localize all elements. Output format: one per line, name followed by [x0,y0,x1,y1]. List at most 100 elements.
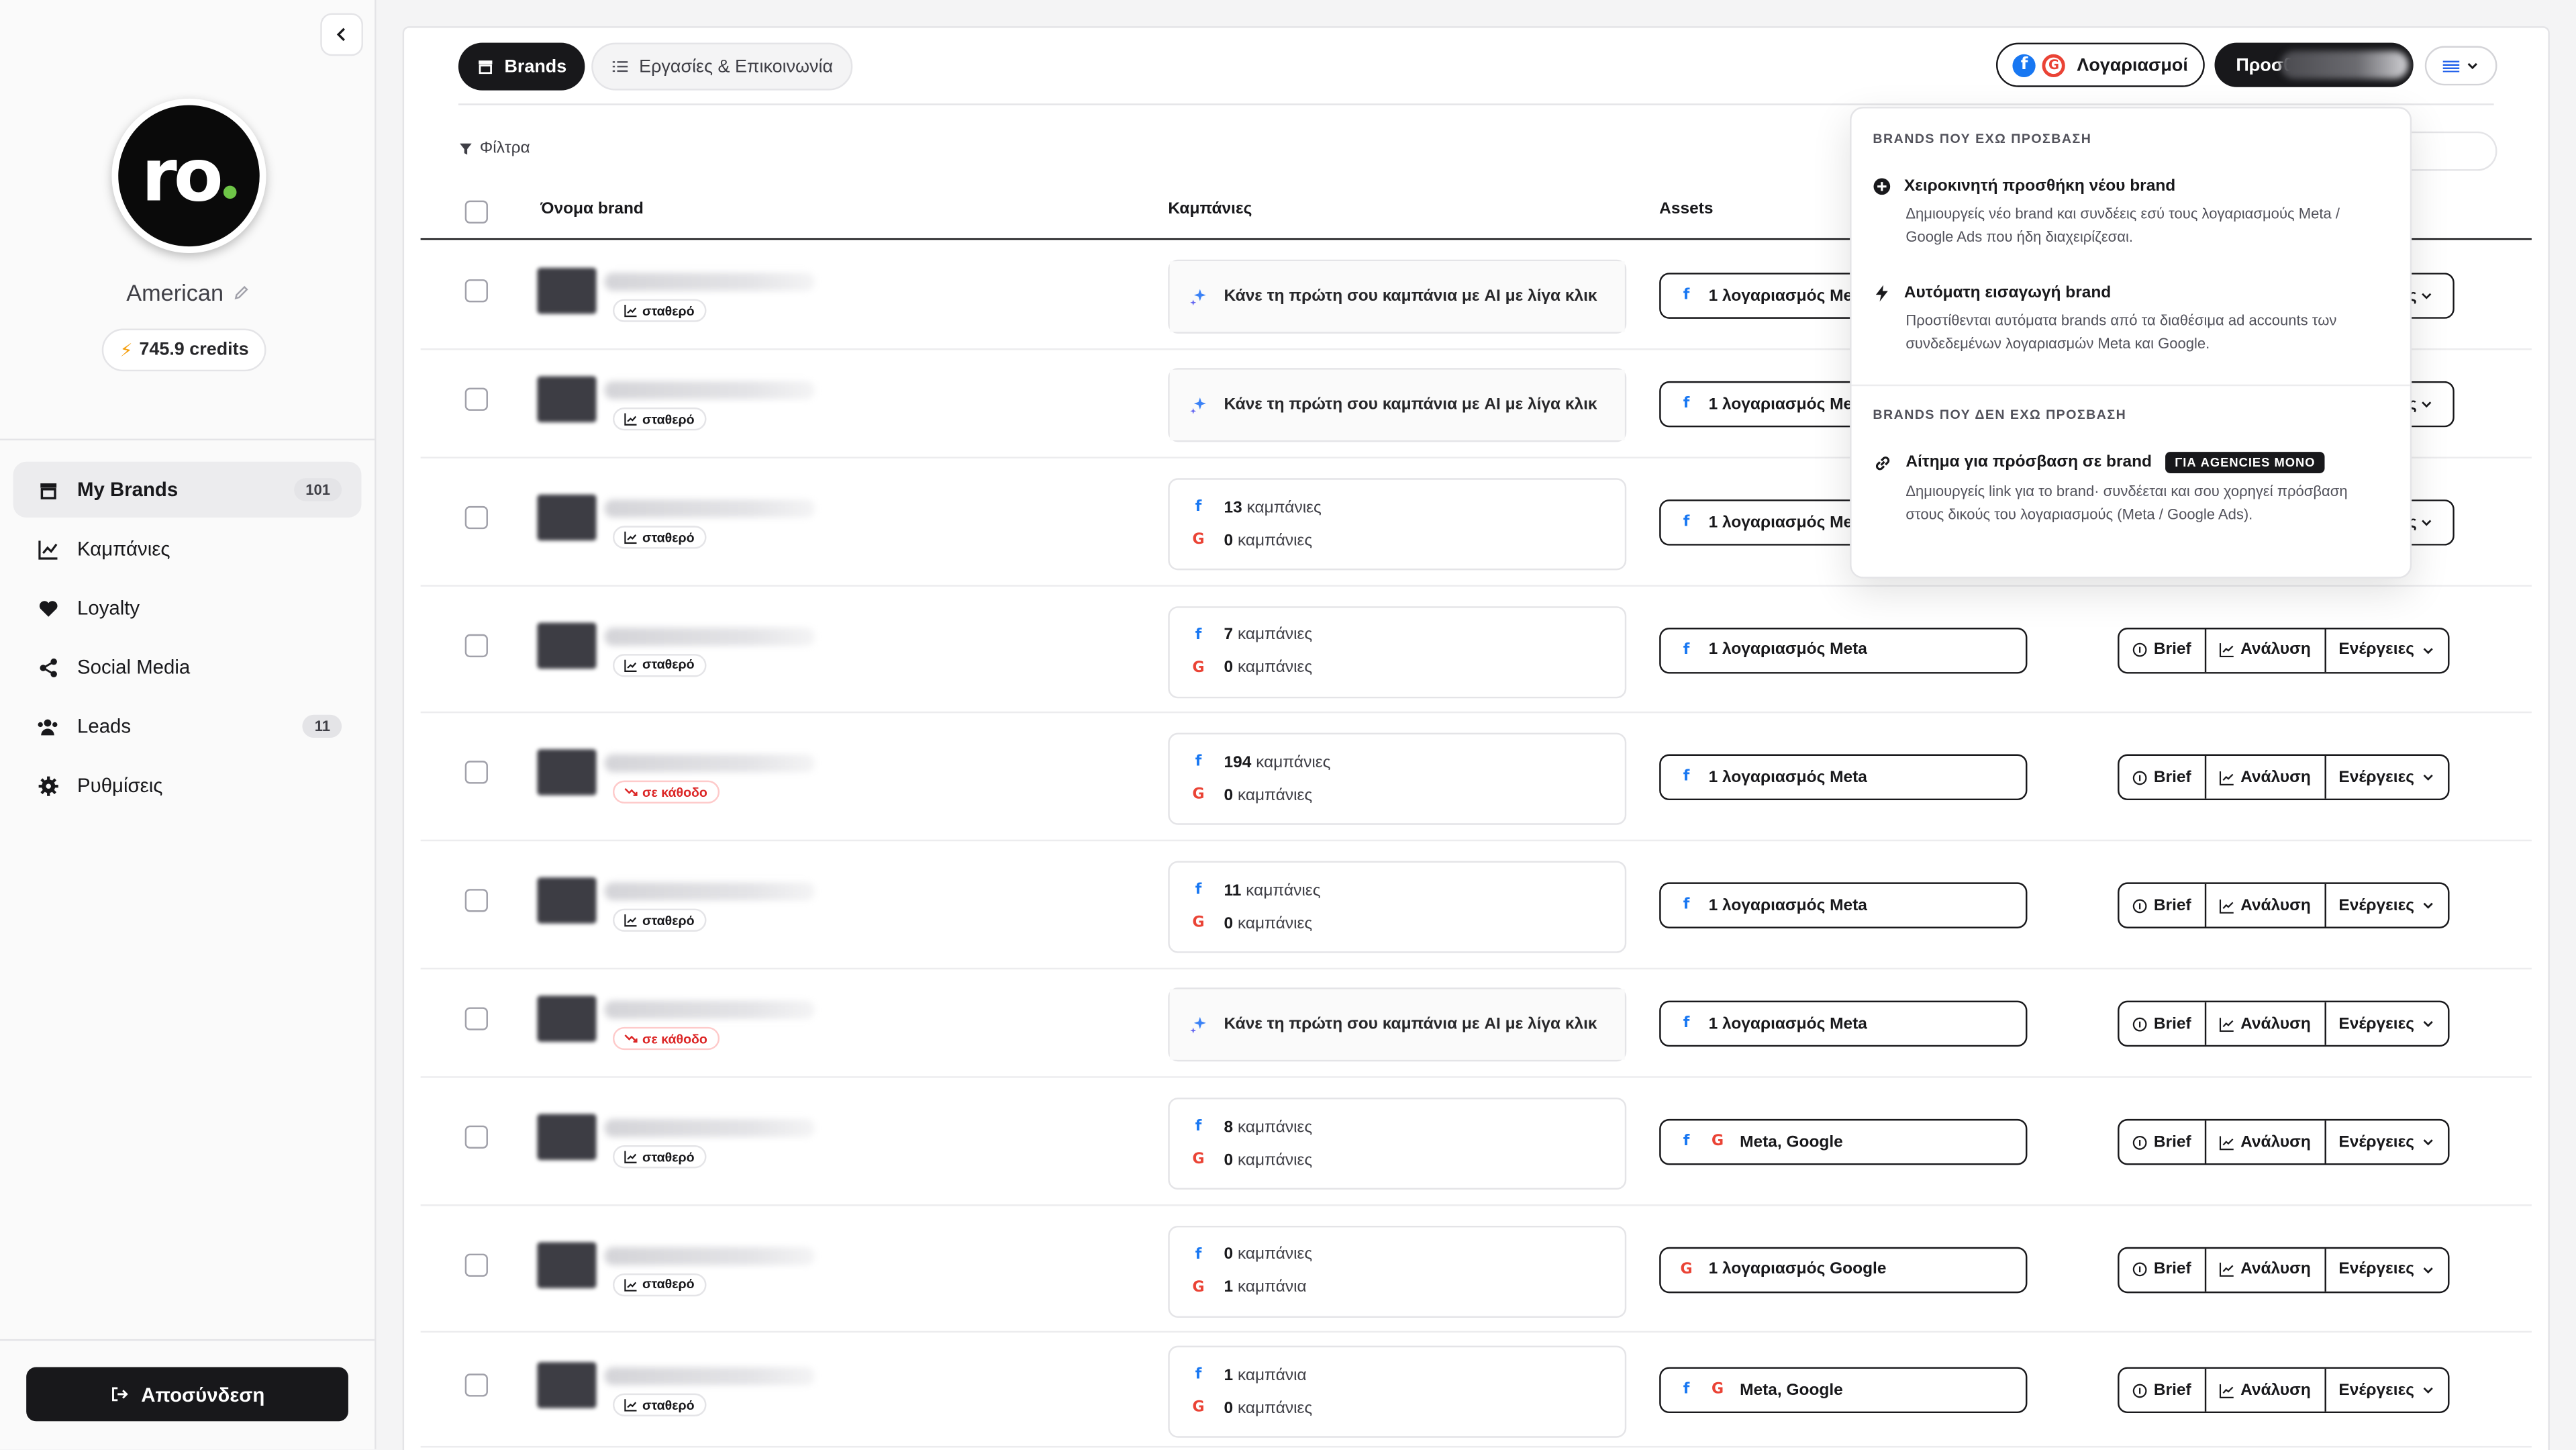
sidebar-item-badge: 101 [294,478,342,501]
tab-tasks-label: Εργασίες & Επικοινωνία [639,56,834,77]
campaigns-summary[interactable]: f 7 καμπάνιες G 0 καμπάνιες [1168,605,1627,698]
assets-button[interactable]: G 1 λογαριασμός Google [1659,1246,2028,1293]
actions-menu-button[interactable]: Ενέργειες [2324,1120,2447,1163]
ai-campaign-button[interactable]: Κάνε τη πρώτη σου καμπάνια με AI με λίγα… [1168,259,1627,334]
analysis-button[interactable]: Ανάλυση [2204,1368,2324,1412]
analysis-button[interactable]: Ανάλυση [2204,628,2324,671]
sidebar-item-5[interactable]: Ρυθμίσεις [13,757,362,813]
brand-name-redacted[interactable] [604,1367,815,1386]
brand-name-redacted[interactable] [604,381,815,399]
analysis-button[interactable]: Ανάλυση [2204,1248,2324,1291]
brief-button[interactable]: Brief [2120,1002,2205,1045]
google-campaigns-unit: καμπάνιες [1237,1151,1313,1169]
users-icon [36,715,59,738]
table-row: σταθερό f 8 καμπάνιες G 0 καμπάνιες f G Meta, G… [420,1078,2532,1206]
campaigns-summary[interactable]: f 194 καμπάνιες G 0 καμπάνιες [1168,732,1627,825]
select-all-checkbox[interactable] [464,200,488,224]
ai-campaign-button[interactable]: Κάνε τη πρώτη σου καμπάνια με AI με λίγα… [1168,368,1627,442]
brief-button[interactable]: Brief [2120,756,2205,799]
campaigns-summary[interactable]: f 8 καμπάνιες G 0 καμπάνιες [1168,1098,1627,1190]
column-campaigns: Καμπάνιες [1168,200,1252,219]
auto-import-brand-option[interactable]: Αυτόματη εισαγωγή brand Προστίθενται αυτ… [1873,284,2383,354]
assets-button[interactable]: f G Meta, Google [1659,1118,2028,1165]
assets-button[interactable]: f 1 λογαριασμός Meta [1659,626,2028,673]
row-actions: Brief Ανάλυση Ενέργειες [2118,626,2449,673]
analysis-label: Ανάλυση [2240,1132,2311,1151]
brief-button[interactable]: Brief [2120,1120,2205,1163]
analysis-button[interactable]: Ανάλυση [2204,883,2324,927]
campaigns-summary[interactable]: f 0 καμπάνιες G 1 καμπάνια [1168,1224,1627,1317]
brand-name-redacted[interactable] [604,626,815,645]
actions-menu-button[interactable]: Ενέργειες [2324,755,2447,799]
brief-button[interactable]: Brief [2120,1248,2205,1291]
actions-menu-label: Ενέργειες [2338,1381,2414,1400]
trend-down-icon [624,1034,638,1043]
add-brand-button[interactable]: Προσθ [2214,42,2414,87]
row-checkbox[interactable] [464,889,488,912]
assets-button[interactable]: f 1 λογαριασμός Meta [1659,882,2028,928]
assets-button[interactable]: f 1 λογαριασμός Meta [1659,754,2028,801]
sidebar-item-2[interactable]: Loyalty [13,580,362,636]
row-checkbox[interactable] [464,387,488,411]
sidebar-item-4[interactable]: Leads 11 [13,698,362,754]
filters-toggle[interactable]: Φίλτρα [458,140,530,158]
analysis-button[interactable]: Ανάλυση [2204,755,2324,799]
assets-button[interactable]: f G Meta, Google [1659,1367,2028,1414]
brand-name-redacted[interactable] [604,1118,815,1137]
table-row: σε κάθοδο f 194 καμπάνιες G 0 καμπάνιες f 1 λο… [420,713,2532,842]
trend-flat-icon [624,531,637,544]
row-checkbox[interactable] [464,761,488,784]
ai-campaign-button[interactable]: Κάνε τη πρώτη σου καμπάνια με AI με λίγα… [1168,987,1627,1062]
row-checkbox[interactable] [464,1125,488,1149]
analysis-button[interactable]: Ανάλυση [2204,1002,2324,1045]
campaigns-summary[interactable]: f 1 καμπάνια G 0 καμπάνιες [1168,1345,1627,1438]
brand-name-redacted[interactable] [604,1246,815,1265]
row-checkbox[interactable] [464,1007,488,1030]
brand-logo [537,267,597,314]
sidebar-item-0[interactable]: My Brands 101 [13,461,362,518]
logout-button[interactable]: Αποσύνδεση [26,1367,348,1422]
tab-tasks[interactable]: Εργασίες & Επικοινωνία [591,42,853,91]
row-checkbox[interactable] [464,633,488,657]
trend-label: σταθερό [642,1149,695,1165]
row-actions: Brief Ανάλυση Ενέργειες [2118,754,2449,801]
collapse-sidebar-button[interactable] [320,13,363,56]
row-checkbox[interactable] [464,1373,488,1397]
assets-button[interactable]: f 1 λογαριασμός Meta [1659,1000,2028,1047]
brand-name-redacted[interactable] [604,882,815,901]
row-checkbox[interactable] [464,279,488,303]
brand-name-redacted[interactable] [604,754,815,773]
google-campaigns-count: 0 [1224,1399,1234,1418]
chevron-down-icon [2422,774,2432,781]
google-icon: G [2042,53,2066,77]
request-access-option[interactable]: Αίτημα για πρόσβαση σε brand ΓΙΑ AGENCIE… [1873,452,2383,526]
meta-campaigns-unit: καμπάνιες [1246,881,1321,900]
facebook-icon: f [1195,499,1202,516]
actions-menu-button[interactable]: Ενέργειες [2324,628,2447,671]
app-root: ro American ⚡ 745.9 credits My Brands 101… [0,0,2576,1450]
sidebar-item-1[interactable]: Καμπάνιες [13,521,362,577]
manual-add-brand-option[interactable]: Χειροκινητή προσθήκη νέου brand Δημιουργ… [1873,177,2383,248]
google-icon: G [1192,1151,1205,1169]
row-checkbox[interactable] [464,505,488,530]
pencil-icon[interactable] [234,284,250,300]
brief-button[interactable]: Brief [2120,1369,2205,1412]
tab-brands[interactable]: Brands [458,42,585,91]
actions-menu-button[interactable]: Ενέργειες [2324,883,2447,927]
actions-menu-button[interactable]: Ενέργειες [2324,1368,2447,1412]
actions-menu-button[interactable]: Ενέργειες [2324,1248,2447,1291]
brief-button[interactable]: Brief [2120,884,2205,927]
row-checkbox[interactable] [464,1253,488,1276]
accounts-button[interactable]: f G Λογαριασμοί [1995,42,2205,87]
campaigns-summary[interactable]: f 13 καμπάνιες G 0 καμπάνιες [1168,478,1627,571]
brand-name-redacted[interactable] [604,273,815,291]
campaigns-summary[interactable]: f 11 καμπάνιες G 0 καμπάνιες [1168,861,1627,953]
brief-button[interactable]: Brief [2120,628,2205,671]
actions-menu-button[interactable]: Ενέργειες [2324,1002,2447,1045]
brand-name-redacted[interactable] [604,1000,815,1019]
language-selector[interactable] [2424,46,2497,86]
brands-panel: Brands Εργασίες & Επικοινωνία f G Λογαρι… [402,26,2550,1450]
brand-name-redacted[interactable] [604,499,815,518]
sidebar-item-3[interactable]: Social Media [13,639,362,695]
analysis-button[interactable]: Ανάλυση [2204,1120,2324,1163]
